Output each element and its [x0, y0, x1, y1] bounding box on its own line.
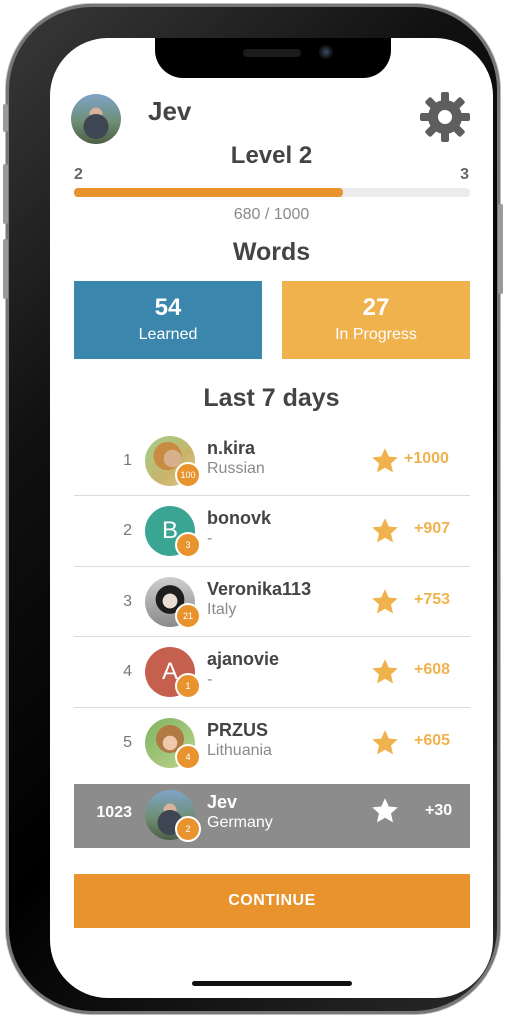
home-indicator[interactable] [192, 981, 352, 986]
level-progress-text: 680 / 1000 [233, 206, 310, 223]
my-name: Jev [207, 792, 238, 812]
row-divider [74, 566, 470, 567]
my-level-badge: 2 [175, 816, 201, 842]
words-title: Words [232, 238, 311, 266]
phone-frame: Jev Level 2 2 3 680 / 1000 Words 54 Lear… [3, 4, 503, 1014]
row-rank: 2 [123, 522, 132, 539]
learned-label: Learned [138, 326, 198, 343]
row-divider [74, 636, 470, 637]
user-name: bonovk [207, 508, 272, 528]
row-rank: 5 [123, 734, 132, 751]
user-name: Veronika113 [207, 579, 312, 599]
volume-down-button [3, 239, 8, 299]
level-badge: 3 [175, 532, 201, 558]
star-icon [372, 589, 398, 614]
user-name: ajanovie [207, 649, 280, 669]
row-rank: 4 [123, 663, 132, 680]
level-from: 2 [74, 166, 83, 183]
leaderboard-row[interactable]: 3 21 Veronika113 Italy +753 [50, 571, 493, 635]
user-name: n.kira [207, 438, 256, 458]
learned-count: 54 [154, 294, 182, 321]
power-button [498, 204, 503, 294]
speaker [243, 49, 301, 57]
user-language: - [207, 530, 213, 547]
row-divider [74, 707, 470, 708]
row-score: +907 [414, 520, 451, 537]
in-progress-card[interactable]: 27 In Progress [282, 281, 470, 359]
leaderboard-row[interactable]: 5 4 PRZUS Lithuania +605 [50, 712, 493, 776]
level-badge: 100 [175, 462, 201, 488]
in-progress-count: 27 [362, 294, 390, 321]
app-screen: Jev Level 2 2 3 680 / 1000 Words 54 Lear… [50, 38, 493, 998]
level-title: Level 2 [230, 142, 313, 169]
user-language: Italy [207, 601, 237, 618]
silent-switch [3, 104, 8, 132]
leaderboard-row[interactable]: 1 100 n.kira Russian +1000 [50, 430, 493, 494]
continue-button[interactable]: CONTINUE [74, 874, 470, 928]
level-progress-bar [74, 188, 470, 197]
user-language: - [207, 671, 213, 688]
current-user-row[interactable]: 1023 2 Jev Germany +30 [74, 784, 470, 848]
row-score: +1000 [404, 450, 449, 467]
user-language: Russian [207, 460, 265, 477]
my-score: +30 [425, 802, 453, 819]
row-rank: 1 [123, 452, 132, 469]
row-score: +605 [414, 732, 451, 749]
level-badge: 4 [175, 744, 201, 770]
front-camera [319, 45, 333, 59]
profile-avatar[interactable] [71, 94, 121, 144]
user-language: Lithuania [207, 742, 272, 759]
profile-name: Jev [148, 96, 192, 126]
leaderboard-title: Last 7 days [203, 384, 340, 412]
my-country: Germany [207, 814, 273, 831]
gear-icon[interactable] [418, 90, 472, 144]
row-rank: 3 [123, 593, 132, 610]
row-score: +753 [414, 591, 451, 608]
user-name: PRZUS [207, 720, 269, 740]
leaderboard-row[interactable]: 2 B 3 bonovk - +907 [50, 500, 493, 564]
row-score: +608 [414, 661, 451, 678]
star-icon [372, 730, 398, 755]
star-icon [372, 448, 398, 473]
star-icon [372, 659, 398, 684]
star-icon [372, 518, 398, 543]
volume-up-button [3, 164, 8, 224]
level-badge: 21 [175, 603, 201, 629]
learned-card[interactable]: 54 Learned [74, 281, 262, 359]
my-rank: 1023 [96, 804, 132, 821]
row-divider [74, 495, 470, 496]
star-icon [372, 798, 398, 823]
in-progress-label: In Progress [335, 326, 417, 343]
level-to: 3 [460, 166, 469, 183]
level-progress-fill [74, 188, 344, 197]
level-badge: 1 [175, 673, 201, 699]
notch [155, 38, 391, 78]
leaderboard-row[interactable]: 4 A 1 ajanovie - +608 [50, 641, 493, 705]
